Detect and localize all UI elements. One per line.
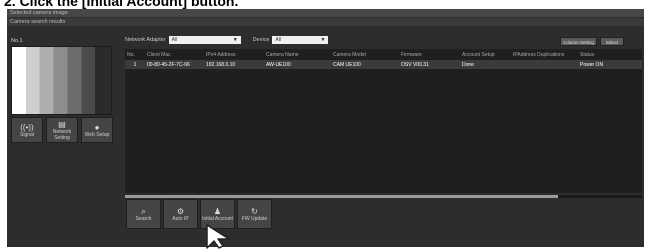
column-header[interactable]: Camera Model bbox=[331, 49, 399, 60]
chevron-down-icon: ▼ bbox=[232, 37, 238, 43]
action-toolbar: ⌕ Search ⚙ Auto IP ♟ Initial Account ↻ F… bbox=[126, 199, 272, 229]
app-window: Selected camera image Camera search resu… bbox=[7, 9, 644, 247]
column-header[interactable]: Client Mac bbox=[145, 49, 204, 60]
column-header[interactable]: Firmware bbox=[399, 49, 460, 60]
scrollbar-thumb[interactable] bbox=[125, 195, 558, 198]
refresh-icon: ↻ bbox=[251, 206, 258, 216]
column-header[interactable]: Account Setup bbox=[460, 49, 511, 60]
column-header[interactable]: Camera Name bbox=[264, 49, 331, 60]
auto-ip-icon: ⚙ bbox=[176, 206, 185, 216]
filter-bar: Network Adapter All ▼ Device All ▼ bbox=[125, 36, 340, 44]
column-header[interactable]: Status bbox=[578, 49, 642, 60]
column-header[interactable]: No. bbox=[125, 49, 145, 60]
column-setting-button[interactable]: Column Setting bbox=[560, 37, 597, 46]
title-bar: Selected camera image bbox=[7, 9, 644, 17]
user-icon: ♟ bbox=[213, 206, 222, 216]
column-header[interactable]: IPAddress Duplications bbox=[511, 49, 578, 60]
column-header[interactable]: IPv4 Address bbox=[204, 49, 264, 60]
search-button[interactable]: ⌕ Search bbox=[126, 199, 161, 229]
network-setting-button[interactable]: ▤ Network Setting bbox=[46, 117, 78, 143]
network-adapter-select[interactable]: All ▼ bbox=[168, 36, 241, 44]
preview-tools: ((•)) Signal ▤ Network Setting ● Web Set… bbox=[11, 117, 113, 143]
auto-ip-button[interactable]: ⚙ Auto IP bbox=[163, 199, 198, 229]
device-value: All bbox=[275, 37, 282, 43]
signal-label: Signal bbox=[20, 131, 34, 138]
cell-client-mac: 00-80-45-2F-7C-66 bbox=[145, 60, 204, 69]
horizontal-scrollbar[interactable] bbox=[125, 195, 642, 198]
table-header-row: No. Client Mac IPv4 Address Camera Name … bbox=[125, 49, 642, 60]
signal-icon: ((•)) bbox=[20, 122, 34, 132]
device-select[interactable]: All ▼ bbox=[272, 36, 329, 44]
cell-ipv4: 192.168.0.10 bbox=[204, 60, 264, 69]
network-adapter-value: All bbox=[171, 37, 178, 43]
cell-status: Power ON bbox=[578, 60, 642, 69]
camera-preview bbox=[11, 46, 112, 115]
search-label: Search bbox=[135, 215, 152, 222]
web-setup-label: Web Setup bbox=[84, 131, 110, 138]
network-setting-icon: ▤ bbox=[58, 119, 66, 129]
auto-ip-label: Auto IP bbox=[172, 215, 189, 222]
cell-account-setup: Done bbox=[460, 60, 511, 69]
web-setup-button[interactable]: ● Web Setup bbox=[81, 117, 113, 143]
cell-firmware: OSV V00.31 bbox=[399, 60, 460, 69]
cell-camera-model: CAM UE100 bbox=[331, 60, 399, 69]
camera-number-label: No.1 bbox=[11, 38, 23, 44]
pointer-cursor-icon bbox=[206, 224, 230, 249]
search-icon: ⌕ bbox=[141, 206, 146, 216]
cell-ip-duplications bbox=[511, 60, 578, 69]
fw-update-label: FW Update bbox=[241, 215, 268, 222]
table-row[interactable]: 1 00-80-45-2F-7C-66 192.168.0.10 AW-UE10… bbox=[125, 60, 642, 69]
cell-camera-name: AW-UE100 bbox=[264, 60, 331, 69]
camera-table: No. Client Mac IPv4 Address Camera Name … bbox=[125, 49, 642, 193]
device-label: Device bbox=[252, 37, 270, 43]
signal-button[interactable]: ((•)) Signal bbox=[11, 117, 43, 143]
network-setting-label: Network Setting bbox=[52, 128, 72, 141]
network-adapter-label: Network Adapter bbox=[125, 37, 166, 43]
chevron-down-icon: ▼ bbox=[320, 37, 326, 43]
section-bar: Camera search results bbox=[7, 18, 644, 26]
cell-no: 1 bbox=[125, 60, 145, 69]
instruction-heading: 2. Click the [Initial Account] button. bbox=[4, 0, 239, 9]
initial-account-label: Initial Account bbox=[202, 215, 233, 222]
web-setup-icon: ● bbox=[94, 122, 100, 132]
select-button[interactable]: Select bbox=[600, 37, 624, 46]
